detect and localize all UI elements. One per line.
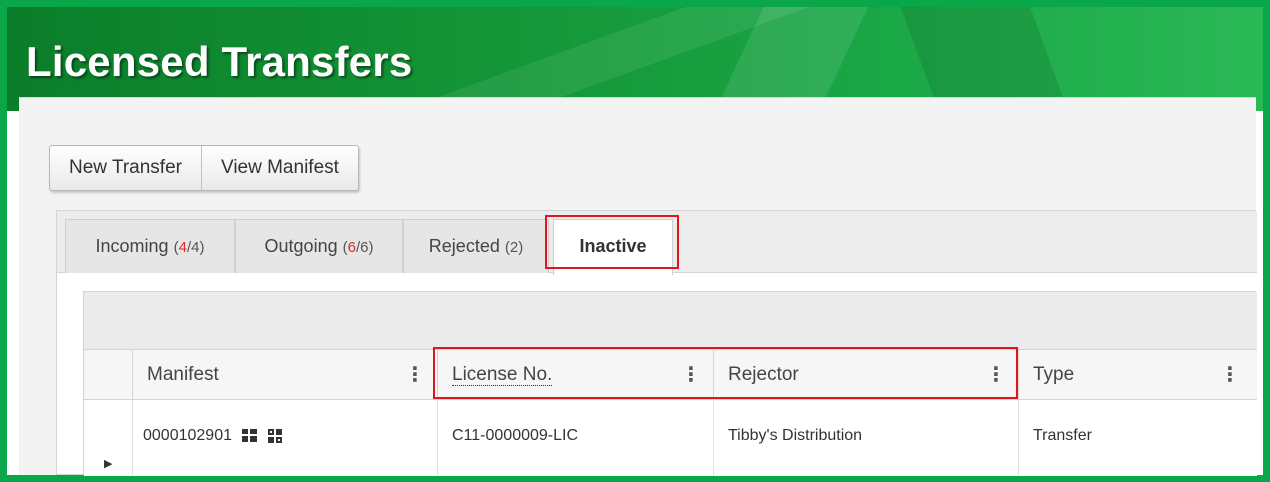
grid-icon[interactable] [242,429,258,443]
view-manifest-button[interactable]: View Manifest [200,146,358,190]
tab-incoming[interactable]: Incoming (4/4) [65,219,235,273]
row-expander-cell: ▶ [84,400,132,476]
tab-outgoing-count: (6/6) [342,239,374,256]
manifest-number: 0000102901 [143,427,232,444]
tab-incoming-label: Incoming [95,236,169,256]
new-transfer-button[interactable]: New Transfer [50,146,201,190]
toolbar-button-group: New Transfer View Manifest [49,145,359,191]
header-rejector-label: Rejector [728,364,799,385]
cell-manifest: 0000102901 [132,400,437,476]
tab-bar: Incoming (4/4) Outgoing (6/6) Rejected (… [57,211,1257,275]
header-license-no[interactable]: License No. ⋮ [437,350,713,400]
tab-incoming-count: (4/4) [173,239,205,256]
header-manifest[interactable]: Manifest ⋮ [132,350,437,400]
grid-header-row: Manifest ⋮ License No. ⋮ Rejector ⋮ Type… [84,350,1257,400]
header-type-label: Type [1033,364,1075,385]
tab-rejected-label: Rejected [428,236,500,256]
header-type[interactable]: Type ⋮ [1018,350,1252,400]
cell-rejector: Tibby's Distribution [713,400,1018,476]
grid-alt-icon[interactable] [267,428,282,443]
header-banner: Licensed Transfers [7,7,1263,111]
page-title: Licensed Transfers [26,38,413,85]
header-rejector[interactable]: Rejector ⋮ [713,350,1018,400]
column-menu-icon[interactable]: ⋮ [1220,350,1240,400]
triangle-right-icon[interactable]: ▶ [104,428,112,482]
transfers-grid: Manifest ⋮ License No. ⋮ Rejector ⋮ Type… [83,291,1257,476]
grid-toolbar [84,292,1257,350]
tab-inactive[interactable]: Inactive [553,219,673,275]
tab-rejected[interactable]: Rejected (2) [403,219,549,273]
header-manifest-label: Manifest [147,364,219,385]
tab-rejected-count: (2) [504,239,524,256]
cell-type: Transfer [1018,400,1252,476]
header-license-no-label: License No. [452,364,553,386]
column-menu-icon[interactable]: ⋮ [405,350,425,400]
tab-outgoing-label: Outgoing [264,236,338,256]
table-row[interactable]: ▶ 0000102901 C11-0000009-LIC Tibby's Dis… [84,400,1257,476]
column-menu-icon[interactable]: ⋮ [681,350,701,400]
cell-license-no: C11-0000009-LIC [437,400,713,476]
tab-outgoing[interactable]: Outgoing (6/6) [235,219,403,273]
header-expander-col [84,350,132,400]
tab-inactive-label: Inactive [579,236,647,256]
column-menu-icon[interactable]: ⋮ [986,350,1006,400]
